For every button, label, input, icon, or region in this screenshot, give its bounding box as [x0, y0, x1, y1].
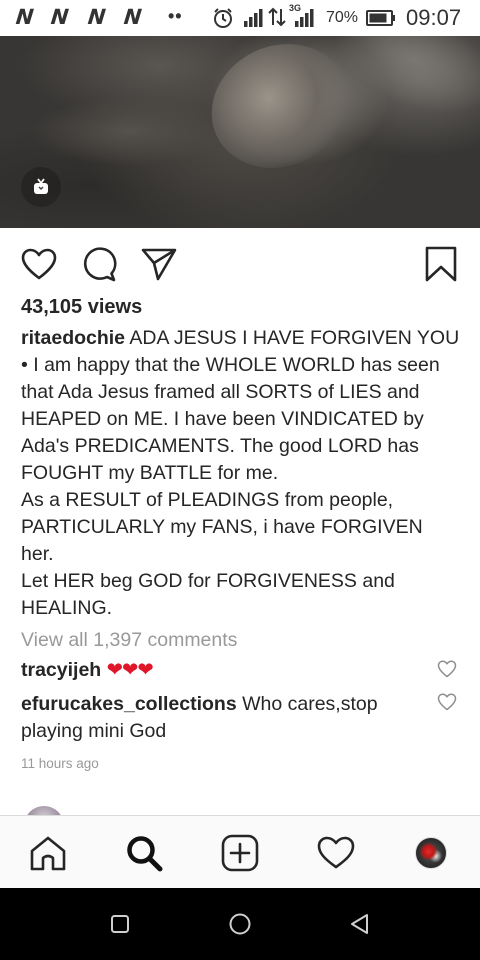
activity-heart-icon	[317, 836, 355, 868]
clock-time: 09:07	[406, 5, 462, 30]
signal-strength-icon	[295, 9, 314, 27]
heart-icon	[21, 248, 57, 280]
add-post-icon	[221, 834, 259, 871]
profile-avatar	[415, 836, 447, 869]
caption-line: HEAPED on ME. I have been VINDICATED by	[21, 408, 424, 430]
post-actions	[0, 240, 480, 288]
video-frame-shape	[30, 96, 230, 166]
back-button[interactable]	[342, 906, 378, 942]
comment-text: ❤❤❤	[106, 659, 154, 681]
comment-like-heart-icon[interactable]	[437, 692, 457, 712]
alarm-clock-icon	[214, 8, 232, 28]
notification-icon: N	[122, 5, 143, 29]
data-transfer-icon	[268, 7, 286, 27]
more-notifications-icon: ••	[168, 6, 183, 26]
nav-search-button[interactable]	[114, 816, 174, 889]
caption-line: As a RESULT of PLEADINGS from people,	[21, 489, 394, 511]
view-all-comments-link[interactable]: View all 1,397 comments	[21, 629, 237, 652]
post-timestamp: 11 hours ago	[21, 756, 99, 771]
search-icon	[127, 835, 163, 871]
comment-item: tracyijeh ❤❤❤	[21, 657, 431, 684]
nav-new-post-button[interactable]	[210, 816, 270, 889]
recents-square-icon	[111, 915, 129, 933]
notification-icon: N	[49, 5, 70, 29]
home-icon	[30, 836, 66, 870]
nav-home-button[interactable]	[18, 816, 78, 889]
caption-line: ADA JESUS I HAVE FORGIVEN YOU	[129, 327, 460, 349]
author-username[interactable]: ritaedochie	[21, 327, 125, 349]
nav-profile-button[interactable]	[401, 816, 461, 889]
status-bar: N N N N •• 3G 70% 09:07	[0, 0, 480, 36]
battery-percent: 70%	[326, 9, 359, 26]
android-home-button[interactable]	[222, 906, 258, 942]
bookmark-icon	[425, 246, 457, 282]
view-count[interactable]: 43,105 views	[21, 296, 142, 319]
post-video[interactable]	[0, 36, 480, 228]
comment-username[interactable]: tracyijeh	[21, 659, 101, 681]
comment-item: efurucakes_collections Who cares,stop pl…	[21, 691, 431, 745]
like-button[interactable]	[19, 240, 59, 288]
paper-plane-icon	[141, 248, 177, 281]
caption-line: HEALING.	[21, 597, 113, 619]
comment-like-heart-icon[interactable]	[437, 659, 457, 679]
android-navigation-bar	[0, 888, 480, 960]
igtv-icon	[34, 178, 48, 194]
caption-line: Ada's PREDICAMENTS. The good LORD has	[21, 435, 419, 457]
home-circle-icon	[229, 913, 251, 935]
caption-line: Let HER beg GOD for FORGIVENESS and	[21, 570, 395, 592]
caption-line: that Ada Jesus framed all SORTS of LIES …	[21, 381, 420, 403]
comment-text: Who cares,stop	[242, 693, 378, 715]
back-triangle-icon	[351, 914, 368, 934]
caption-line: • I am happy that the WHOLE WORLD has se…	[21, 354, 440, 376]
share-button[interactable]	[139, 240, 179, 288]
post-caption: ritaedochie ADA JESUS I HAVE FORGIVEN YO…	[21, 325, 471, 622]
bottom-navigation	[0, 815, 480, 888]
caption-line: PARTICULARLY my FANS, i have FORGIVEN	[21, 516, 423, 538]
nav-activity-button[interactable]	[306, 816, 366, 889]
save-button[interactable]	[421, 240, 461, 288]
comment-button[interactable]	[79, 240, 119, 288]
igtv-button[interactable]	[21, 167, 61, 207]
notification-icon: N	[14, 5, 35, 29]
recents-button[interactable]	[102, 906, 138, 942]
comment-username[interactable]: efurucakes_collections	[21, 693, 237, 715]
notification-icon: N	[86, 5, 107, 29]
caption-line: her.	[21, 543, 54, 565]
caption-line: FOUGHT my BATTLE for me.	[21, 462, 279, 484]
battery-icon	[366, 10, 395, 26]
comment-text: playing mini God	[21, 720, 167, 742]
signal-strength-icon	[244, 9, 263, 27]
comment-bubble-icon	[83, 247, 117, 282]
